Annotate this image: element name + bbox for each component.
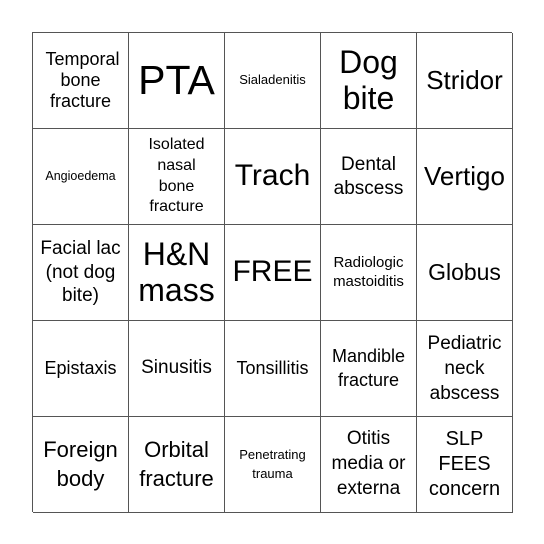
bingo-cell[interactable]: Trach: [225, 129, 321, 225]
cell-label: Trach: [234, 159, 311, 193]
bingo-cell[interactable]: Temporal bone fracture: [33, 33, 129, 129]
bingo-cell[interactable]: Angioedema: [33, 129, 129, 225]
bingo-cell[interactable]: Radiologic mastoiditis: [321, 225, 417, 321]
bingo-cell[interactable]: PTA: [129, 33, 225, 129]
bingo-board: Temporal bone fracture PTA Sialadenitis …: [32, 32, 513, 513]
free-space[interactable]: FREE: [225, 225, 321, 321]
cell-label: PTA: [138, 57, 215, 103]
bingo-cell[interactable]: Pediatric neck abscess: [417, 321, 513, 417]
cell-label: Penetrating trauma: [239, 447, 306, 481]
cell-label: Mandible fracture: [331, 346, 406, 390]
bingo-cell[interactable]: Tonsillitis: [225, 321, 321, 417]
bingo-cell[interactable]: Dog bite: [321, 33, 417, 129]
bingo-cell[interactable]: Isolated nasal bone fracture: [129, 129, 225, 225]
cell-label: Temporal bone fracture: [45, 48, 120, 112]
bingo-cell[interactable]: Stridor: [417, 33, 513, 129]
cell-label: Facial lac (not dog bite): [40, 238, 121, 307]
cell-label: Otitis media or externa: [331, 428, 406, 499]
cell-label: Radiologic mastoiditis: [333, 253, 404, 290]
bingo-cell[interactable]: Otitis media or externa: [321, 417, 417, 513]
cell-label: Orbital fracture: [139, 437, 214, 491]
cell-label: Sialadenitis: [239, 72, 306, 88]
cell-label: Angioedema: [45, 168, 116, 183]
cell-label: Globus: [428, 258, 501, 285]
bingo-cell[interactable]: Mandible fracture: [321, 321, 417, 417]
bingo-cell[interactable]: Penetrating trauma: [225, 417, 321, 513]
cell-label: Pediatric neck abscess: [427, 332, 502, 405]
cell-label: Tonsillitis: [236, 357, 309, 378]
bingo-cell[interactable]: Orbital fracture: [129, 417, 225, 513]
bingo-cell[interactable]: Dental abscess: [321, 129, 417, 225]
bingo-cell[interactable]: Globus: [417, 225, 513, 321]
cell-label: Isolated nasal bone fracture: [148, 135, 205, 216]
cell-label: SLP FEES concern: [428, 428, 501, 500]
bingo-cell[interactable]: Sialadenitis: [225, 33, 321, 129]
bingo-cell[interactable]: SLP FEES concern: [417, 417, 513, 513]
cell-label: Foreign body: [43, 437, 118, 491]
bingo-cell[interactable]: Vertigo: [417, 129, 513, 225]
bingo-cell[interactable]: Facial lac (not dog bite): [33, 225, 129, 321]
cell-label: Sinusitis: [141, 357, 212, 379]
cell-label: Dental abscess: [333, 154, 404, 199]
cell-label: Stridor: [426, 64, 503, 95]
cell-label: FREE: [232, 255, 313, 289]
bingo-cell[interactable]: Foreign body: [33, 417, 129, 513]
cell-label: Dog bite: [339, 44, 398, 116]
bingo-cell[interactable]: H&N mass: [129, 225, 225, 321]
cell-label: H&N mass: [138, 236, 215, 308]
bingo-cell[interactable]: Sinusitis: [129, 321, 225, 417]
bingo-cell[interactable]: Epistaxis: [33, 321, 129, 417]
cell-label: Vertigo: [424, 160, 505, 191]
cell-label: Epistaxis: [44, 357, 117, 378]
